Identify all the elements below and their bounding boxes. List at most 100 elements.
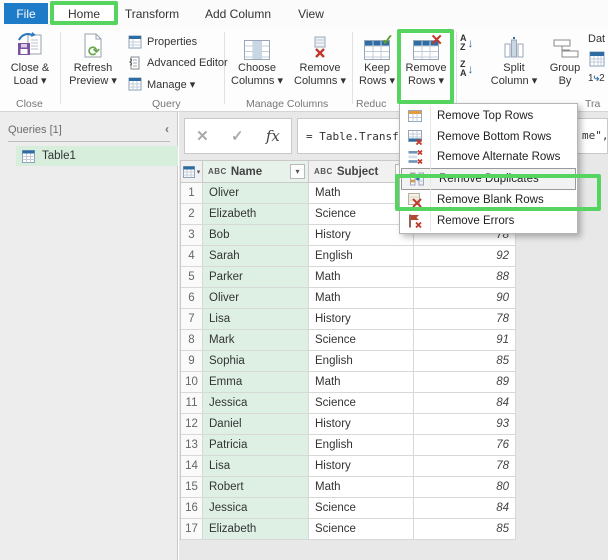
cell-name[interactable]: Jessica <box>203 393 309 414</box>
cell-name[interactable]: Emma <box>203 372 309 393</box>
menu-item-remove-duplicates[interactable]: Remove Duplicates <box>401 168 576 191</box>
cell-subject[interactable]: Math <box>309 477 414 498</box>
sort-descending-button[interactable]: ZA ↓ <box>460 59 484 79</box>
tab-view[interactable]: View <box>288 3 334 24</box>
properties-button[interactable]: Properties <box>128 33 197 51</box>
cell-name[interactable]: Robert <box>203 477 309 498</box>
table-row: 11 Jessica Science 84 <box>181 393 516 414</box>
keep-rows-button[interactable]: ✓ Keep Rows ▾ <box>356 30 398 96</box>
cell-name[interactable]: Jessica <box>203 498 309 519</box>
cell-subject[interactable]: Science <box>309 330 414 351</box>
tab-add-column[interactable]: Add Column <box>196 3 280 24</box>
row-number: 5 <box>181 267 203 288</box>
cell-score[interactable]: 88 <box>414 267 516 288</box>
select-all-corner[interactable]: ▾ <box>181 161 203 183</box>
table-row: 16 Jessica Science 84 <box>181 498 516 519</box>
cell-subject[interactable]: English <box>309 435 414 456</box>
manage-button[interactable]: Manage ▾ <box>128 75 195 93</box>
cell-name[interactable]: Lisa <box>203 309 309 330</box>
cell-name[interactable]: Lisa <box>203 456 309 477</box>
cell-score[interactable]: 93 <box>414 414 516 435</box>
split-column-button[interactable]: Split Column ▾ <box>488 30 540 96</box>
query-item-table1[interactable]: Table1 <box>16 146 178 166</box>
tab-home[interactable]: Home <box>52 2 116 25</box>
row-number: 4 <box>181 246 203 267</box>
menu-item-remove-blank-rows[interactable]: Remove Blank Rows <box>400 190 577 211</box>
cell-subject[interactable]: Science <box>309 393 414 414</box>
menu-item-remove-top-rows[interactable]: Remove Top Rows <box>400 106 577 127</box>
table-top-rows-icon <box>400 108 430 124</box>
cell-name[interactable]: Sarah <box>203 246 309 267</box>
sort-ascending-icon: ↓ <box>468 36 474 50</box>
choose-columns-button[interactable]: Choose Columns ▾ <box>228 30 286 96</box>
cell-name[interactable]: Oliver <box>203 288 309 309</box>
cell-score[interactable]: 91 <box>414 330 516 351</box>
refresh-icon: ⟳ <box>80 30 106 60</box>
choose-columns-icon <box>244 30 270 60</box>
cell-score[interactable]: 85 <box>414 351 516 372</box>
cell-score[interactable]: 92 <box>414 246 516 267</box>
cell-name[interactable]: Parker <box>203 267 309 288</box>
cell-name[interactable]: Patricia <box>203 435 309 456</box>
menu-item-remove-errors[interactable]: Remove Errors <box>400 211 577 232</box>
cell-name[interactable]: Elizabeth <box>203 519 309 540</box>
cell-subject[interactable]: Science <box>309 519 414 540</box>
sort-ascending-button[interactable]: AZ ↓ <box>460 33 484 53</box>
collapse-pane-icon[interactable]: ‹ <box>165 122 169 136</box>
cell-subject[interactable]: Math <box>309 372 414 393</box>
text-type-icon: ABC <box>208 167 227 176</box>
add-step-fx-icon[interactable]: fx <box>266 127 280 145</box>
properties-icon <box>128 35 142 49</box>
table-bottom-rows-icon <box>400 129 430 145</box>
remove-rows-icon: ✕ <box>413 30 439 60</box>
commit-formula-icon[interactable]: ✓ <box>231 127 244 145</box>
cell-score[interactable]: 84 <box>414 393 516 414</box>
tab-transform[interactable]: Transform <box>119 3 185 24</box>
cell-subject[interactable]: English <box>309 246 414 267</box>
cell-name[interactable]: Elizabeth <box>203 204 309 225</box>
cell-subject[interactable]: History <box>309 414 414 435</box>
row-number: 17 <box>181 519 203 540</box>
column-header-name[interactable]: ABC Name ▾ <box>203 161 309 183</box>
cell-name[interactable]: Daniel <box>203 414 309 435</box>
data-type-label-fragment[interactable]: Dat <box>588 33 605 45</box>
close-and-load-button[interactable]: Close & Load ▾ <box>2 30 58 96</box>
cell-subject[interactable]: History <box>309 456 414 477</box>
cell-subject[interactable]: English <box>309 351 414 372</box>
table-icon <box>22 150 35 163</box>
table-icon <box>183 166 195 178</box>
advanced-editor-button[interactable]: Advanced Editor <box>128 54 228 72</box>
menu-item-remove-alternate-rows[interactable]: Remove Alternate Rows <box>400 147 577 168</box>
cell-score[interactable]: 85 <box>414 519 516 540</box>
refresh-preview-button[interactable]: ⟳ Refresh Preview ▾ <box>64 30 122 96</box>
cell-score[interactable]: 80 <box>414 477 516 498</box>
cancel-formula-icon[interactable]: ✕ <box>196 127 209 145</box>
cell-score[interactable]: 89 <box>414 372 516 393</box>
data-type-icon[interactable] <box>589 51 605 67</box>
close-and-load-label: Close & <box>11 62 50 75</box>
menu-item-remove-bottom-rows[interactable]: Remove Bottom Rows <box>400 127 577 148</box>
row-number: 1 <box>181 183 203 204</box>
cell-subject[interactable]: History <box>309 309 414 330</box>
group-by-button[interactable]: Group By <box>544 30 586 96</box>
row-number: 3 <box>181 225 203 246</box>
cell-score[interactable]: 90 <box>414 288 516 309</box>
split-column-label: Split <box>503 62 524 75</box>
table-row: 4 Sarah English 92 <box>181 246 516 267</box>
tab-file[interactable]: File <box>4 3 48 24</box>
cell-score[interactable]: 78 <box>414 456 516 477</box>
cell-score[interactable]: 76 <box>414 435 516 456</box>
cell-score[interactable]: 84 <box>414 498 516 519</box>
filter-button[interactable]: ▾ <box>290 164 305 179</box>
cell-name[interactable]: Bob <box>203 225 309 246</box>
cell-subject[interactable]: Math <box>309 267 414 288</box>
cell-subject[interactable]: Math <box>309 288 414 309</box>
remove-rows-button[interactable]: ✕ Remove Rows ▾ <box>402 30 450 96</box>
cell-score[interactable]: 78 <box>414 309 516 330</box>
replace-values-button[interactable]: 1⤷2 <box>588 73 605 84</box>
cell-name[interactable]: Sophia <box>203 351 309 372</box>
remove-columns-button[interactable]: Remove Columns ▾ <box>290 30 350 96</box>
cell-name[interactable]: Oliver <box>203 183 309 204</box>
cell-subject[interactable]: Science <box>309 498 414 519</box>
cell-name[interactable]: Mark <box>203 330 309 351</box>
